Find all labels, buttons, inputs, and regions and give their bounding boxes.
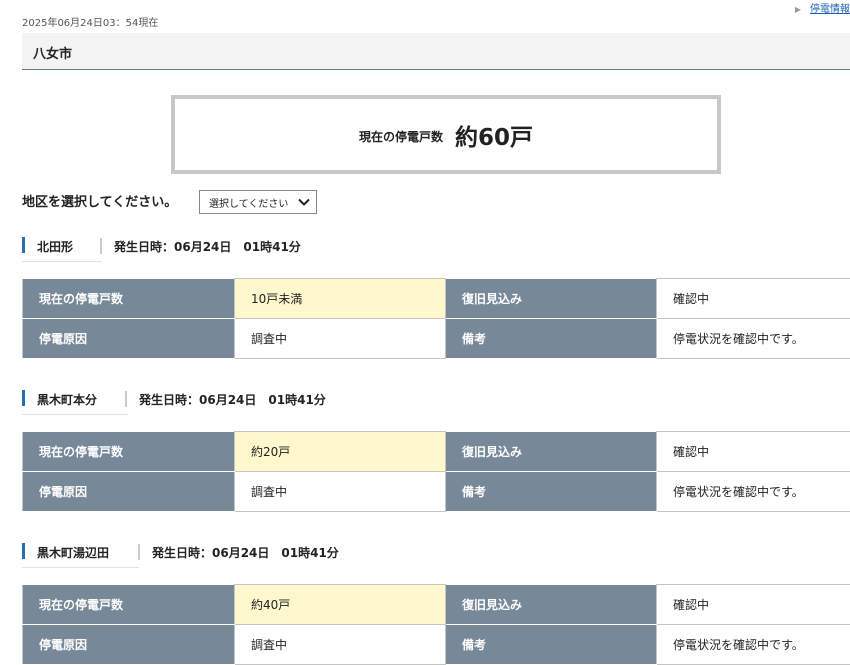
total-outage-value: 約60戸 [455, 118, 533, 152]
note-label: 備考 [446, 625, 657, 665]
section-area-name: 黒木町湯辺田 [37, 544, 109, 561]
restore-label: 復旧見込み [446, 585, 657, 625]
section-underline [22, 261, 102, 262]
table-row: 停電原因 調査中 備考 停電状況を確認中です。 [23, 472, 850, 512]
section-separator [100, 238, 102, 254]
table-row: 現在の停電戸数 10戸未満 復旧見込み 確認中 [23, 279, 850, 319]
current-outage-label: 現在の停電戸数 [23, 585, 235, 625]
cause-label: 停電原因 [23, 319, 235, 359]
outage-info-table: 現在の停電戸数 約40戸 復旧見込み 確認中 停電原因 調査中 備考 停電状況を… [22, 584, 850, 665]
total-outage-box: 現在の停電戸数 約60戸 [171, 95, 721, 174]
cause-value: 調査中 [235, 625, 446, 665]
section-accent-bar [22, 390, 25, 406]
restore-value: 確認中 [657, 279, 850, 319]
table-row: 停電原因 調査中 備考 停電状況を確認中です。 [23, 625, 850, 665]
restore-value: 確認中 [657, 585, 850, 625]
city-header: 八女市 [22, 33, 850, 70]
section-heading: 黒木町湯辺田 発生日時：06月24日 01時41分 [22, 541, 850, 567]
chevron-down-icon [298, 196, 310, 208]
section-occurred-time: 発生日時：06月24日 01時41分 [114, 238, 301, 255]
total-outage-label: 現在の停電戸数 [359, 128, 443, 145]
cause-value: 調査中 [235, 319, 446, 359]
outage-info-link[interactable]: ▶ 停電情報 [795, 0, 850, 15]
outage-section-kurogi-yubeta: 黒木町湯辺田 発生日時：06月24日 01時41分 現在の停電戸数 約40戸 復… [22, 541, 850, 567]
outage-section-kitatagata: 北田形 発生日時：06月24日 01時41分 現在の停電戸数 10戸未満 復旧見… [22, 235, 850, 261]
outage-info-link-label: 停電情報 [810, 4, 850, 15]
area-select-label: 地区を選択してください。 [22, 191, 177, 210]
section-separator [125, 391, 127, 407]
section-area-name: 黒木町本分 [37, 391, 97, 408]
section-area-name: 北田形 [37, 238, 73, 255]
restore-label: 復旧見込み [446, 432, 657, 472]
note-label: 備考 [446, 472, 657, 512]
section-occurred-time: 発生日時：06月24日 01時41分 [139, 391, 326, 408]
section-separator [138, 544, 140, 560]
note-value: 停電状況を確認中です。 [657, 472, 850, 512]
table-row: 現在の停電戸数 約40戸 復旧見込み 確認中 [23, 585, 850, 625]
note-value: 停電状況を確認中です。 [657, 625, 850, 665]
section-heading: 北田形 発生日時：06月24日 01時41分 [22, 235, 850, 261]
cause-value: 調査中 [235, 472, 446, 512]
restore-value: 確認中 [657, 432, 850, 472]
area-select-value: 選択してください [209, 195, 288, 210]
section-underline [22, 567, 139, 568]
section-accent-bar [22, 543, 25, 559]
section-occurred-time: 発生日時：06月24日 01時41分 [152, 544, 339, 561]
section-accent-bar [22, 237, 25, 253]
current-outage-value: 10戸未満 [235, 279, 446, 319]
city-name: 八女市 [33, 43, 72, 62]
note-label: 備考 [446, 319, 657, 359]
restore-label: 復旧見込み [446, 279, 657, 319]
section-underline [22, 414, 128, 415]
cause-label: 停電原因 [23, 472, 235, 512]
table-row: 現在の停電戸数 約20戸 復旧見込み 確認中 [23, 432, 850, 472]
current-outage-value: 約40戸 [235, 585, 446, 625]
note-value: 停電状況を確認中です。 [657, 319, 850, 359]
current-outage-label: 現在の停電戸数 [23, 279, 235, 319]
current-outage-label: 現在の停電戸数 [23, 432, 235, 472]
outage-info-table: 現在の停電戸数 10戸未満 復旧見込み 確認中 停電原因 調査中 備考 停電状況… [22, 278, 850, 359]
update-timestamp: 2025年06月24日03：54現在 [22, 14, 158, 29]
area-select-dropdown[interactable]: 選択してください [199, 190, 317, 214]
table-row: 停電原因 調査中 備考 停電状況を確認中です。 [23, 319, 850, 359]
triangle-right-icon: ▶ [795, 5, 801, 14]
current-outage-value: 約20戸 [235, 432, 446, 472]
outage-section-kurogi-honbun: 黒木町本分 発生日時：06月24日 01時41分 現在の停電戸数 約20戸 復旧… [22, 388, 850, 414]
section-heading: 黒木町本分 発生日時：06月24日 01時41分 [22, 388, 850, 414]
outage-info-table: 現在の停電戸数 約20戸 復旧見込み 確認中 停電原因 調査中 備考 停電状況を… [22, 431, 850, 512]
cause-label: 停電原因 [23, 625, 235, 665]
